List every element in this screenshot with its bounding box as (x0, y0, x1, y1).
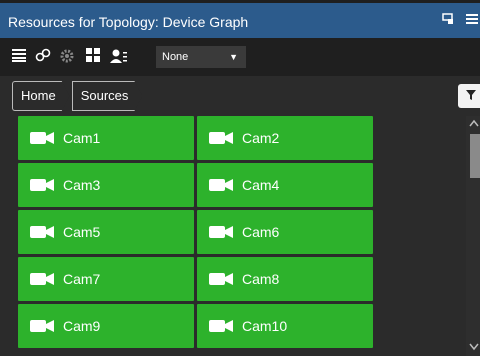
tile-label: Cam5 (63, 224, 101, 240)
camera-icon (209, 320, 233, 332)
camera-icon (209, 132, 233, 144)
tile-label: Cam8 (242, 271, 280, 287)
tile-label: Cam9 (63, 318, 101, 334)
tile-label: Cam3 (63, 177, 101, 193)
tile-cam3[interactable]: Cam3 (18, 163, 194, 207)
camera-icon (209, 273, 233, 285)
tile-cam7[interactable]: Cam7 (18, 257, 194, 301)
filter-button[interactable] (458, 84, 480, 108)
toolbar: None ▼ (0, 38, 480, 76)
list-icon[interactable] (10, 48, 28, 66)
camera-icon (30, 226, 54, 238)
breadcrumb-home[interactable]: Home (12, 81, 70, 111)
camera-icon (30, 132, 54, 144)
camera-icon (209, 179, 233, 191)
breadcrumb: Home Sources (12, 81, 144, 111)
tile-label: Cam6 (242, 224, 280, 240)
chevron-up-icon[interactable] (468, 118, 480, 130)
camera-icon (209, 226, 233, 238)
filter-select-value: None (162, 51, 189, 63)
tile-label: Cam4 (242, 177, 280, 193)
tile-cam5[interactable]: Cam5 (18, 210, 194, 254)
hamburger-menu-icon[interactable] (466, 13, 478, 28)
tile-label: Cam10 (242, 318, 288, 334)
window-icon[interactable] (442, 13, 454, 28)
filter-icon (466, 90, 476, 100)
grid-view-icon[interactable] (84, 48, 102, 66)
tile-label: Cam2 (242, 130, 280, 146)
camera-icon (30, 179, 54, 191)
window-title: Resources for Topology: Device Graph (8, 14, 249, 30)
camera-icon (30, 273, 54, 285)
tile-cam4[interactable]: Cam4 (197, 163, 373, 207)
tile-label: Cam1 (63, 130, 101, 146)
filter-select[interactable]: None ▼ (156, 46, 246, 68)
user-list-icon[interactable] (110, 48, 128, 66)
tile-cam1[interactable]: Cam1 (18, 116, 194, 160)
tile-cam10[interactable]: Cam10 (197, 304, 373, 348)
tile-label: Cam7 (63, 271, 101, 287)
title-bar: Resources for Topology: Device Graph (0, 0, 480, 38)
vertical-scrollbar[interactable] (466, 116, 480, 356)
gear-icon[interactable] (58, 48, 76, 66)
breadcrumb-sources[interactable]: Sources (72, 81, 143, 111)
tile-cam6[interactable]: Cam6 (197, 210, 373, 254)
tile-cam9[interactable]: Cam9 (18, 304, 194, 348)
link-icon[interactable] (34, 48, 52, 66)
chevron-down-icon[interactable] (468, 342, 480, 354)
chevron-down-icon: ▼ (229, 52, 238, 62)
scrollbar-thumb[interactable] (470, 134, 480, 178)
tile-cam2[interactable]: Cam2 (197, 116, 373, 160)
tile-cam8[interactable]: Cam8 (197, 257, 373, 301)
camera-icon (30, 320, 54, 332)
